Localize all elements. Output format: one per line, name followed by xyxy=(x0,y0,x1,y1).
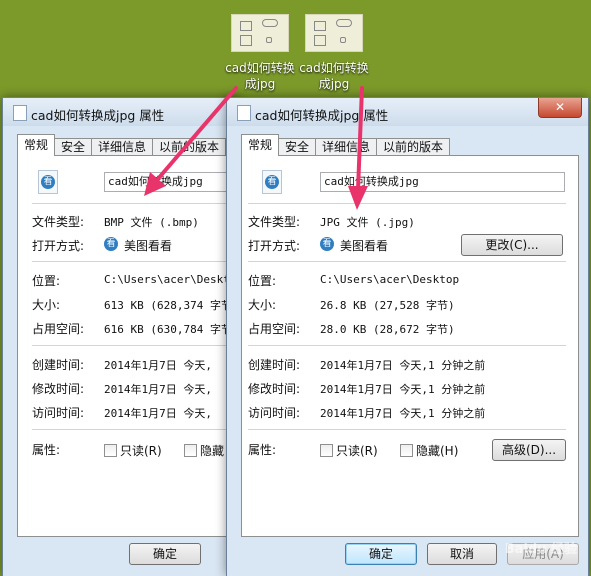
size-label: 大小: xyxy=(32,298,61,312)
location-value: C:\Users\acer\Desktop xyxy=(320,273,460,286)
disk-size-value: 28.0 KB (28,672 字节) xyxy=(320,323,455,336)
tab-security[interactable]: 安全 xyxy=(278,138,317,156)
tab-previous-versions[interactable]: 以前的版本 xyxy=(152,138,227,156)
tab-general[interactable]: 常规 xyxy=(17,134,56,156)
size-value: 26.8 KB (27,528 字节) xyxy=(320,299,455,312)
window-title: cad如何转换成jpg 属性 xyxy=(255,108,389,123)
modified-value: 2014年1月7日 今天,1 分钟之前 xyxy=(320,383,486,396)
divider xyxy=(248,261,566,262)
hidden-label: 隐藏(H) xyxy=(416,444,459,458)
readonly-checkbox[interactable] xyxy=(104,444,117,457)
modified-label: 修改时间: xyxy=(32,382,85,396)
hidden-label: 隐藏 xyxy=(200,444,225,458)
created-label: 创建时间: xyxy=(248,358,301,372)
file-type-label: 文件类型: xyxy=(32,215,85,229)
divider xyxy=(32,345,242,346)
image-thumbnail-icon xyxy=(305,14,363,52)
disk-size-value: 616 KB (630,784 字节 xyxy=(104,323,232,336)
file-icon xyxy=(237,105,251,121)
accessed-label: 访问时间: xyxy=(248,406,301,420)
general-panel: cad如何转换成jpg 文件类型: BMP 文件 (.bmp) 打开方式: 看 … xyxy=(17,155,249,537)
accessed-value: 2014年1月7日 今天, xyxy=(104,407,212,420)
divider xyxy=(32,429,242,430)
divider xyxy=(248,203,566,204)
open-with-label: 打开方式: xyxy=(248,239,301,253)
created-label: 创建时间: xyxy=(32,358,85,372)
ok-button[interactable]: 确定 xyxy=(345,543,417,565)
window-title: cad如何转换成jpg 属性 xyxy=(31,108,165,123)
tab-general[interactable]: 常规 xyxy=(241,134,280,156)
general-panel: cad如何转换成jpg 文件类型: JPG 文件 (.jpg) 打开方式: 看 … xyxy=(241,155,579,537)
file-type-label: 文件类型: xyxy=(248,215,301,229)
open-with-value: 美图看看 xyxy=(124,239,173,253)
bmp-properties-window: cad如何转换成jpg 属性 常规安全详细信息以前的版本 cad如何转换成jpg… xyxy=(2,97,249,576)
divider xyxy=(32,203,242,204)
tab-strip: 常规 安全 详细信息 以前的版本 xyxy=(17,134,227,156)
viewer-app-icon: 看 xyxy=(104,237,118,251)
tab-security[interactable]: 安全 xyxy=(54,138,93,156)
image-file-icon xyxy=(262,170,282,194)
viewer-app-icon: 看 xyxy=(320,237,334,251)
modified-value: 2014年1月7日 今天, xyxy=(104,383,212,396)
size-label: 大小: xyxy=(248,298,277,312)
file-icon xyxy=(13,105,27,121)
divider xyxy=(248,345,566,346)
location-label: 位置: xyxy=(248,274,277,288)
disk-size-label: 占用空间: xyxy=(248,322,301,336)
modified-label: 修改时间: xyxy=(248,382,301,396)
size-value: 613 KB (628,374 字节 xyxy=(104,299,232,312)
open-with-label: 打开方式: xyxy=(32,239,85,253)
accessed-value: 2014年1月7日 今天,1 分钟之前 xyxy=(320,407,486,420)
attributes-label: 属性: xyxy=(248,443,277,457)
jpg-properties-window: cad如何转换成jpg 属性 ✕ 常规安全详细信息以前的版本 cad如何转换成j… xyxy=(226,97,589,576)
location-value: C:\Users\acer\Deskt xyxy=(104,273,230,286)
tab-previous-versions[interactable]: 以前的版本 xyxy=(376,138,451,156)
advanced-button[interactable]: 高级(D)... xyxy=(492,439,566,461)
desktop-icon-jpg[interactable]: cad如何转换 成jpg xyxy=(289,14,379,92)
ok-button[interactable]: 确定 xyxy=(129,543,201,565)
location-label: 位置: xyxy=(32,274,61,288)
tab-details[interactable]: 详细信息 xyxy=(315,138,378,156)
title-bar[interactable]: cad如何转换成jpg 属性 ✕ xyxy=(227,98,588,126)
file-type-value: JPG 文件 (.jpg) xyxy=(320,216,415,229)
hidden-checkbox[interactable] xyxy=(184,444,197,457)
tab-strip: 常规 安全 详细信息 以前的版本 xyxy=(241,134,451,156)
cancel-button[interactable]: 取消 xyxy=(427,543,497,565)
disk-size-label: 占用空间: xyxy=(32,322,85,336)
created-value: 2014年1月7日 今天,1 分钟之前 xyxy=(320,359,486,372)
desktop-icon-label: cad如何转换 成jpg xyxy=(299,61,369,91)
image-file-icon xyxy=(38,170,58,194)
readonly-label: 只读(R) xyxy=(120,444,162,458)
readonly-label: 只读(R) xyxy=(336,444,378,458)
accessed-label: 访问时间: xyxy=(32,406,85,420)
close-button[interactable]: ✕ xyxy=(538,98,582,118)
watermark: Baidu 经验 xyxy=(504,542,577,557)
title-bar[interactable]: cad如何转换成jpg 属性 xyxy=(3,98,237,126)
file-type-value: BMP 文件 (.bmp) xyxy=(104,216,199,229)
open-with-value: 美图看看 xyxy=(340,239,389,253)
tab-details[interactable]: 详细信息 xyxy=(91,138,154,156)
created-value: 2014年1月7日 今天, xyxy=(104,359,212,372)
filename-input[interactable]: cad如何转换成jpg xyxy=(320,172,565,192)
hidden-checkbox[interactable] xyxy=(400,444,413,457)
divider xyxy=(248,429,566,430)
readonly-checkbox[interactable] xyxy=(320,444,333,457)
change-button[interactable]: 更改(C)... xyxy=(461,234,563,256)
image-thumbnail-icon xyxy=(231,14,289,52)
divider xyxy=(32,261,242,262)
attributes-label: 属性: xyxy=(32,443,61,457)
